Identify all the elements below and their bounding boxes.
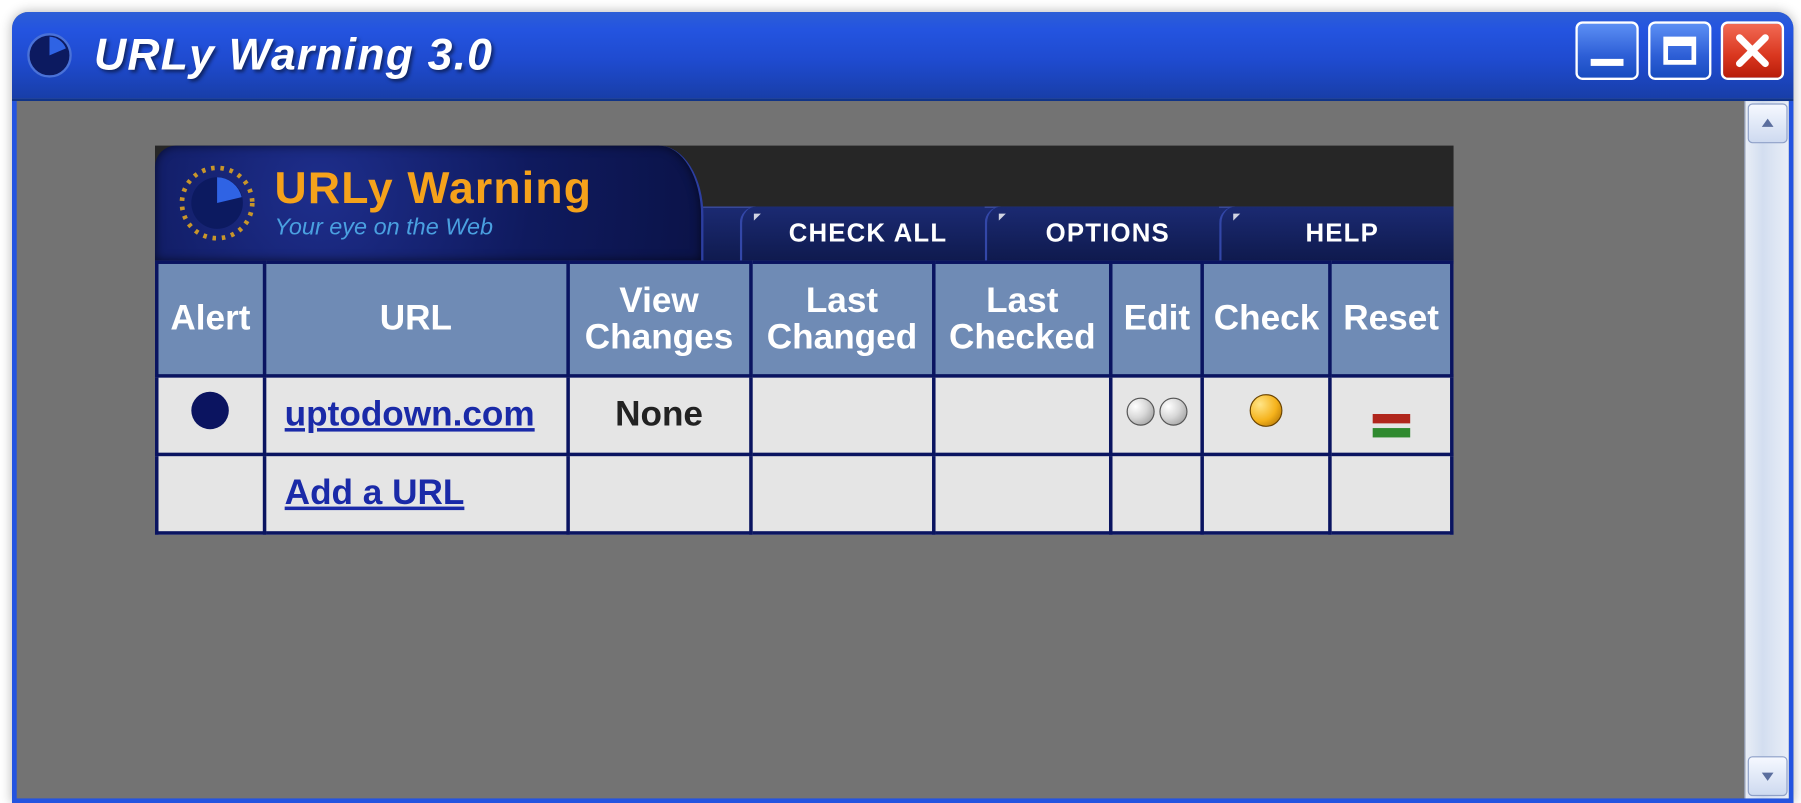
help-label: HELP <box>1305 218 1378 248</box>
client-area: URLy Warning Your eye on the Web CHECK A… <box>12 101 1793 803</box>
cell-empty <box>1330 454 1451 533</box>
reset-button[interactable] <box>1372 414 1410 437</box>
logo-spinner-icon <box>174 160 261 247</box>
col-last-changed: Last Changed <box>751 262 934 376</box>
scroll-down-button[interactable] <box>1747 756 1787 796</box>
cell-last-checked <box>933 376 1111 455</box>
edit-button[interactable] <box>1126 398 1187 426</box>
col-edit: Edit <box>1111 262 1202 376</box>
col-alert: Alert <box>157 262 264 376</box>
add-url-link[interactable]: Add a URL <box>285 474 465 513</box>
cell-edit <box>1111 376 1202 455</box>
check-button[interactable] <box>1250 394 1283 427</box>
col-url: URL <box>264 262 567 376</box>
edit-icon <box>1159 398 1187 426</box>
alert-dot-icon[interactable] <box>192 392 230 430</box>
cell-check <box>1203 376 1331 455</box>
cell-empty <box>933 454 1111 533</box>
help-button[interactable]: HELP <box>1219 207 1453 261</box>
app-window: URLy Warning 3.0 <box>12 12 1793 803</box>
col-check: Check <box>1203 262 1331 376</box>
options-button[interactable]: OPTIONS <box>985 207 1219 261</box>
scroll-up-button[interactable] <box>1747 103 1787 143</box>
logo-title: URLy Warning <box>275 167 593 212</box>
cell-add-url: Add a URL <box>264 454 567 533</box>
table-row: uptodown.com None <box>157 376 1452 455</box>
cell-empty <box>751 454 934 533</box>
window-title: URLy Warning 3.0 <box>94 30 493 80</box>
cell-alert <box>157 376 264 455</box>
url-link[interactable]: uptodown.com <box>285 395 535 434</box>
edit-icon <box>1126 398 1154 426</box>
options-label: OPTIONS <box>1046 218 1170 248</box>
window-maximize-button[interactable] <box>1648 21 1711 80</box>
cell-view-changes[interactable]: None <box>568 376 751 455</box>
check-all-label: CHECK ALL <box>789 218 948 248</box>
logo-subtitle: Your eye on the Web <box>275 216 593 239</box>
check-all-button[interactable]: CHECK ALL <box>739 207 984 261</box>
col-reset: Reset <box>1330 262 1451 376</box>
cell-last-changed <box>751 376 934 455</box>
reset-green-bar-icon <box>1372 428 1410 437</box>
window-close-button[interactable] <box>1721 21 1784 80</box>
titlebar[interactable]: URLy Warning 3.0 <box>12 12 1793 101</box>
cell-url: uptodown.com <box>264 376 567 455</box>
cell-empty <box>157 454 264 533</box>
col-view-changes: View Changes <box>568 262 751 376</box>
reset-red-bar-icon <box>1372 414 1410 423</box>
col-last-checked: Last Checked <box>933 262 1111 376</box>
toolbar: CHECK ALL OPTIONS HELP <box>739 207 1453 261</box>
cell-reset <box>1330 376 1451 455</box>
cell-empty <box>568 454 751 533</box>
app-icon <box>26 32 73 79</box>
logo-panel: URLy Warning Your eye on the Web <box>155 146 703 261</box>
table-header-row: Alert URL View Changes Last Changed Last <box>157 262 1452 376</box>
table-row-add: Add a URL <box>157 454 1452 533</box>
cell-empty <box>1203 454 1331 533</box>
app-header: URLy Warning Your eye on the Web CHECK A… <box>155 146 1454 261</box>
url-table: Alert URL View Changes Last Changed Last <box>155 260 1454 534</box>
window-minimize-button[interactable] <box>1575 21 1638 80</box>
cell-empty <box>1111 454 1202 533</box>
vertical-scrollbar[interactable] <box>1744 101 1789 798</box>
